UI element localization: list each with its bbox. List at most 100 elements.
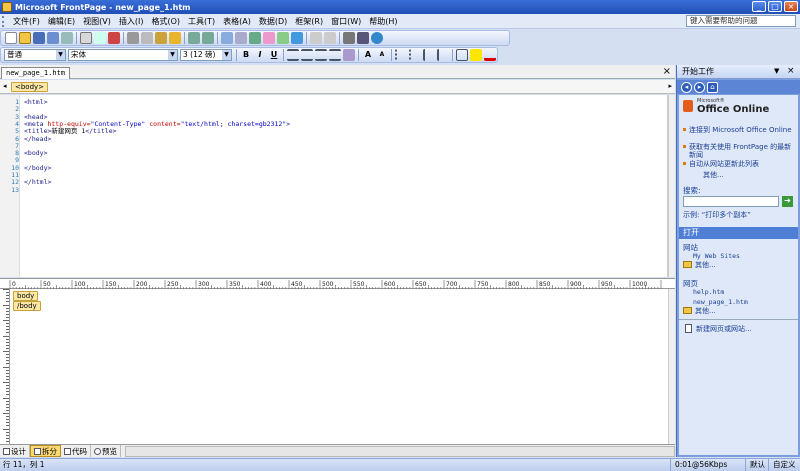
layer-anchor-icon[interactable]	[357, 32, 369, 44]
redo-icon[interactable]	[202, 32, 214, 44]
ruler-label: 650	[415, 281, 427, 288]
taskpane-search-input[interactable]	[683, 196, 779, 207]
increase-indent-icon[interactable]	[437, 49, 449, 61]
menu-table[interactable]: 表格(A)	[219, 16, 255, 27]
search-label: 搜索:	[683, 186, 701, 195]
align-center-icon[interactable]	[301, 49, 313, 61]
border-icon[interactable]	[456, 49, 468, 61]
refresh-icon[interactable]	[310, 32, 322, 44]
site-my-web-sites[interactable]: My Web Sites	[693, 252, 740, 260]
page-help-htm[interactable]: help.htm	[693, 288, 724, 296]
menu-file[interactable]: 文件(F)	[9, 16, 44, 27]
format-painter-icon[interactable]	[169, 32, 181, 44]
back-icon[interactable]: ◂	[681, 81, 692, 93]
bullets-icon[interactable]	[409, 49, 421, 61]
code-editor[interactable]: 1 2 3 4 5 6 7 8 9 10 11 12 13 <html> <head> <meta http…	[0, 95, 668, 277]
style-select[interactable]: 普通 ▼	[4, 49, 66, 61]
insert-layer-icon[interactable]	[249, 32, 261, 44]
cut-icon[interactable]	[127, 32, 139, 44]
insert-picture-icon[interactable]	[263, 32, 275, 44]
maximize-button[interactable]: □	[768, 1, 782, 12]
close-button[interactable]: ×	[784, 1, 798, 12]
decrease-indent-icon[interactable]	[423, 49, 435, 61]
design-view[interactable]: body /body	[0, 289, 668, 444]
search-icon[interactable]	[47, 32, 59, 44]
tab-design[interactable]: 设计	[0, 445, 30, 457]
paste-icon[interactable]	[155, 32, 167, 44]
frontpage-app-icon	[2, 2, 12, 12]
tag-forward-icon[interactable]: ▸	[668, 82, 672, 90]
font-select[interactable]: 宋体 ▼	[68, 49, 178, 61]
menu-insert[interactable]: 插入(I)	[115, 16, 148, 27]
numbering-icon[interactable]	[395, 49, 407, 61]
web-component-icon[interactable]	[221, 32, 233, 44]
font-color-icon[interactable]	[484, 49, 496, 61]
office-online-logo[interactable]: Microsoft® Office Online	[683, 98, 793, 120]
menu-edit[interactable]: 编辑(E)	[44, 16, 79, 27]
menu-view[interactable]: 视图(V)	[79, 16, 115, 27]
show-all-icon[interactable]	[343, 32, 355, 44]
tab-code[interactable]: 代码	[61, 445, 91, 457]
justify-icon[interactable]	[329, 49, 341, 61]
link-new-page-or-site[interactable]: 新建网页或网站...	[696, 325, 752, 333]
tag-back-icon[interactable]: ◂	[3, 82, 7, 90]
body-tag-chip[interactable]: <body>	[11, 82, 49, 92]
help-search-input[interactable]: 键入需要帮助的问题	[686, 15, 796, 27]
menu-frames[interactable]: 框架(R)	[291, 16, 327, 27]
home-icon[interactable]: ⌂	[707, 81, 718, 93]
menu-window[interactable]: 窗口(W)	[327, 16, 365, 27]
quick-tag-selector: ◂ <body> ▸	[0, 80, 675, 94]
task-pane-close-icon[interactable]: ×	[787, 65, 795, 78]
link-more-sites[interactable]: 其他...	[695, 261, 716, 269]
save-icon[interactable]	[33, 32, 45, 44]
tab-preview[interactable]: 预览	[91, 445, 121, 457]
copy-icon[interactable]	[141, 32, 153, 44]
link-auto-update[interactable]: 自动从网站更新此列表	[689, 160, 794, 168]
menu-tools[interactable]: 工具(T)	[184, 16, 219, 27]
highlight-icon[interactable]	[470, 49, 482, 61]
menu-format[interactable]: 格式(O)	[147, 16, 184, 27]
publish-icon[interactable]	[61, 32, 73, 44]
shrink-font-button[interactable]: A	[376, 49, 388, 61]
insert-table-icon[interactable]	[235, 32, 247, 44]
code-scrollbar[interactable]	[668, 95, 675, 277]
menu-help[interactable]: 帮助(H)	[365, 16, 401, 27]
drawing-icon[interactable]	[277, 32, 289, 44]
bold-button[interactable]: B	[240, 49, 252, 61]
spelling-icon[interactable]	[108, 32, 120, 44]
link-more-pages[interactable]: 其他...	[695, 307, 716, 315]
close-document-icon[interactable]: ×	[663, 65, 671, 78]
design-body-tag[interactable]: body	[13, 291, 39, 301]
forward-icon[interactable]: ▸	[694, 81, 705, 93]
menu-grip[interactable]	[2, 15, 6, 27]
preview-icon[interactable]	[94, 32, 106, 44]
page-new-page-1[interactable]: new_page_1.htm	[693, 298, 748, 306]
link-more-online[interactable]: 其他...	[703, 171, 724, 179]
align-right-icon[interactable]	[315, 49, 327, 61]
stop-icon[interactable]	[324, 32, 336, 44]
link-connect-online[interactable]: 连接到 Microsoft Office Online	[689, 126, 794, 134]
vertical-ruler-tick	[6, 313, 9, 315]
minimize-button[interactable]: _	[752, 1, 766, 12]
hyperlink-icon[interactable]	[291, 32, 303, 44]
link-latest-news[interactable]: 获取有关使用 FrontPage 的最新新闻	[689, 143, 794, 159]
search-go-icon[interactable]: ➔	[782, 196, 793, 207]
print-icon[interactable]	[80, 32, 92, 44]
italic-button[interactable]: I	[254, 49, 266, 61]
help-icon[interactable]	[371, 32, 383, 44]
align-left-icon[interactable]	[287, 49, 299, 61]
design-scrollbar[interactable]	[668, 289, 675, 444]
ltr-icon[interactable]	[343, 49, 355, 61]
size-select[interactable]: 3 (12 磅) ▼	[180, 49, 232, 61]
underline-button[interactable]: U	[268, 49, 280, 61]
new-page-icon[interactable]	[5, 32, 17, 44]
menu-data[interactable]: 数据(D)	[255, 16, 291, 27]
undo-icon[interactable]	[188, 32, 200, 44]
open-folder-icon[interactable]	[19, 32, 31, 44]
tab-split[interactable]: 拆分	[30, 445, 61, 457]
document-tab[interactable]: new_page_1.htm	[1, 67, 71, 79]
design-body-close-tag[interactable]: /body	[13, 301, 41, 311]
task-pane-menu-icon[interactable]: ▼	[774, 65, 779, 78]
grow-font-button[interactable]: A	[362, 49, 374, 61]
horizontal-scrollbar[interactable]	[125, 445, 675, 457]
